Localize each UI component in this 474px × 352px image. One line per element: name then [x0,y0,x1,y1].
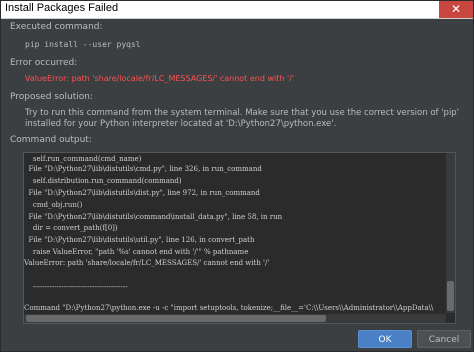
output-line: File "D:\Python27\lib\distutils\cmd.py",… [24,165,262,173]
horizontal-scroll-thumb[interactable] [26,315,326,322]
solution-label: Proposed solution: [10,92,93,102]
cancel-button[interactable]: Cancel [417,330,471,348]
ok-button[interactable]: OK [358,330,412,348]
title-bar: Install Packages Failed ✕ [1,1,473,19]
output-line: ---------------------------------------- [24,283,128,291]
output-line: dir = convert_path(f[0]) [24,224,118,232]
vertical-scroll-thumb[interactable] [447,281,454,311]
executed-label: Executed command: [10,22,103,32]
executed-command: pip install --user pyqsl [25,40,141,49]
output-line: File "D:\Python27\lib\distutils\dist.py"… [24,189,260,197]
error-label: Error occurred: [10,58,78,68]
output-line: raise ValueError, "path '%s' cannot end … [24,248,249,256]
output-line: self.distribution.run_command(command) [24,177,182,185]
window-title: Install Packages Failed [5,2,119,14]
output-line: ValueError: path 'share/locale/fr/LC_MES… [24,259,270,267]
close-icon[interactable]: ✕ [439,1,473,18]
output-label: Command output: [10,135,92,145]
output-line: cmd_obj.run() [24,201,83,209]
output-line: File "D:\Python27\lib\distutils\util.py"… [24,236,255,244]
horizontal-scrollbar[interactable] [24,314,446,323]
solution-text: Try to run this command from the system … [25,108,460,129]
output-line: Command "D:\Python27\python.exe -u -c "i… [24,304,434,312]
error-message: ValueError: path 'share/locale/fr/LC_MES… [25,74,295,83]
vertical-scrollbar[interactable] [446,153,455,313]
output-line: self.run_command(cmd_name) [24,155,142,163]
output-line: File "D:\Python27\lib\distutils\command\… [24,213,283,221]
install-failed-dialog: Install Packages Failed ✕ Executed comma… [0,0,474,352]
command-output-area[interactable]: self.run_command(cmd_name) File "D:\Pyth… [23,152,456,324]
